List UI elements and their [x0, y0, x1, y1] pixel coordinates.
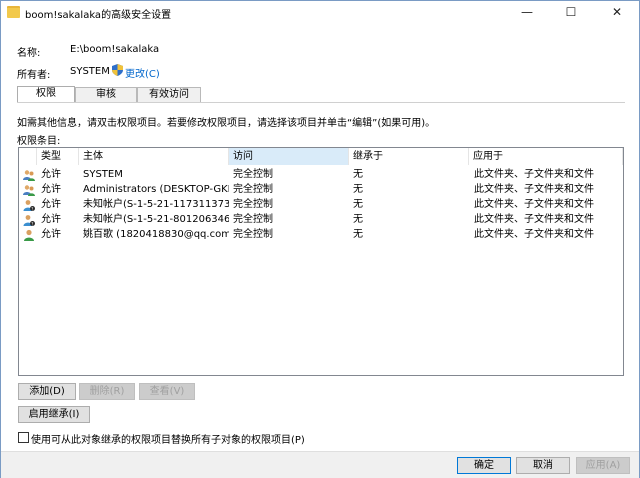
- row-access: 完全控制: [233, 214, 273, 225]
- ok-button[interactable]: 确定: [457, 457, 511, 474]
- user-group-icon: [23, 185, 35, 196]
- row-type: 允许: [41, 199, 61, 210]
- change-owner-link[interactable]: 更改(C): [125, 65, 160, 80]
- row-principal: SYSTEM: [83, 169, 123, 180]
- svg-text:?: ?: [31, 221, 33, 226]
- row-principal: 姚百歌 (1820418830@qq.com): [83, 229, 229, 240]
- row-type: 允许: [41, 184, 61, 195]
- row-type: 允许: [41, 229, 61, 240]
- row-access: 完全控制: [233, 169, 273, 180]
- window-title: boom!sakalaka的高级安全设置: [25, 10, 172, 21]
- replace-child-permissions-label: 使用可从此对象继承的权限项目替换所有子对象的权限项目(P): [31, 435, 305, 446]
- row-type: 允许: [41, 169, 61, 180]
- enable-inheritance-button[interactable]: 启用继承(I): [18, 406, 90, 423]
- replace-child-permissions-checkbox[interactable]: [18, 432, 29, 443]
- row-type: 允许: [41, 214, 61, 225]
- title-bar: boom!sakalaka的高级安全设置 — ☐ ✕: [1, 1, 639, 23]
- view-button[interactable]: 查看(V): [139, 383, 195, 400]
- row-applies-to: 此文件夹、子文件夹和文件: [474, 184, 594, 195]
- row-inherited-from: 无: [353, 199, 363, 210]
- tab-effective-access[interactable]: 有效访问: [137, 87, 201, 102]
- uac-shield-icon: [112, 64, 123, 76]
- cancel-button[interactable]: 取消: [516, 457, 570, 474]
- row-applies-to: 此文件夹、子文件夹和文件: [474, 214, 594, 225]
- close-button[interactable]: ✕: [595, 1, 639, 23]
- row-principal: 未知帐户(S-1-5-21-801206346-38...: [83, 214, 229, 225]
- minimize-button[interactable]: —: [505, 1, 549, 23]
- maximize-button[interactable]: ☐: [549, 1, 593, 23]
- table-row[interactable]: 允许 Administrators (DESKTOP-GKNN... 完全控制 …: [19, 182, 623, 197]
- table-row[interactable]: 允许 姚百歌 (1820418830@qq.com) 完全控制 无 此文件夹、子…: [19, 227, 623, 242]
- folder-icon: [7, 6, 20, 18]
- column-header-icon: [19, 148, 37, 165]
- column-header-principal[interactable]: 主体: [79, 148, 229, 165]
- name-value: E:\boom!sakalaka: [70, 44, 160, 55]
- svg-text:?: ?: [31, 206, 33, 211]
- column-header-type[interactable]: 类型: [37, 148, 79, 165]
- row-inherited-from: 无: [353, 184, 363, 195]
- user-icon: [24, 229, 34, 241]
- tab-permissions[interactable]: 权限: [17, 86, 75, 103]
- row-inherited-from: 无: [353, 214, 363, 225]
- row-applies-to: 此文件夹、子文件夹和文件: [474, 169, 594, 180]
- column-header-inherited-from[interactable]: 继承于: [349, 148, 469, 165]
- row-applies-to: 此文件夹、子文件夹和文件: [474, 199, 594, 210]
- row-inherited-from: 无: [353, 229, 363, 240]
- row-applies-to: 此文件夹、子文件夹和文件: [474, 229, 594, 240]
- row-inherited-from: 无: [353, 169, 363, 180]
- column-header-access[interactable]: 访问: [229, 148, 349, 165]
- row-access: 完全控制: [233, 184, 273, 195]
- user-group-icon: [23, 170, 35, 181]
- list-header: 类型 主体 访问 继承于 应用于: [19, 148, 623, 165]
- table-row[interactable]: ? 允许 未知帐户(S-1-5-21-1173113739-2... 完全控制 …: [19, 197, 623, 212]
- table-row[interactable]: ? 允许 未知帐户(S-1-5-21-801206346-38... 完全控制 …: [19, 212, 623, 227]
- row-access: 完全控制: [233, 199, 273, 210]
- row-principal: Administrators (DESKTOP-GKNN...: [83, 184, 229, 195]
- table-row[interactable]: 允许 SYSTEM 完全控制 无 此文件夹、子文件夹和文件: [19, 167, 623, 182]
- owner-value: SYSTEM: [70, 66, 110, 77]
- row-principal: 未知帐户(S-1-5-21-1173113739-2...: [83, 199, 229, 210]
- name-label: 名称:: [17, 48, 41, 59]
- column-header-applies-to[interactable]: 应用于: [469, 148, 623, 165]
- info-text: 如需其他信息，请双击权限项目。若要修改权限项目，请选择该项目并单击“编辑”(如果…: [17, 118, 436, 129]
- add-button[interactable]: 添加(D): [18, 383, 76, 400]
- permission-entries-label: 权限条目:: [17, 136, 61, 147]
- tab-divider: [17, 102, 625, 103]
- unknown-user-icon: ?: [23, 215, 35, 226]
- permission-entries-list[interactable]: 类型 主体 访问 继承于 应用于 允许 SYSTEM 完全控制 无 此文件夹、子…: [18, 147, 624, 376]
- remove-button[interactable]: 删除(R): [79, 383, 135, 400]
- tab-auditing[interactable]: 审核: [75, 87, 137, 102]
- advanced-security-settings-window: boom!sakalaka的高级安全设置 — ☐ ✕ 名称: E:\boom!s…: [0, 0, 640, 478]
- row-access: 完全控制: [233, 229, 273, 240]
- apply-button[interactable]: 应用(A): [576, 457, 630, 474]
- unknown-user-icon: ?: [23, 200, 35, 211]
- owner-label: 所有者:: [17, 70, 51, 81]
